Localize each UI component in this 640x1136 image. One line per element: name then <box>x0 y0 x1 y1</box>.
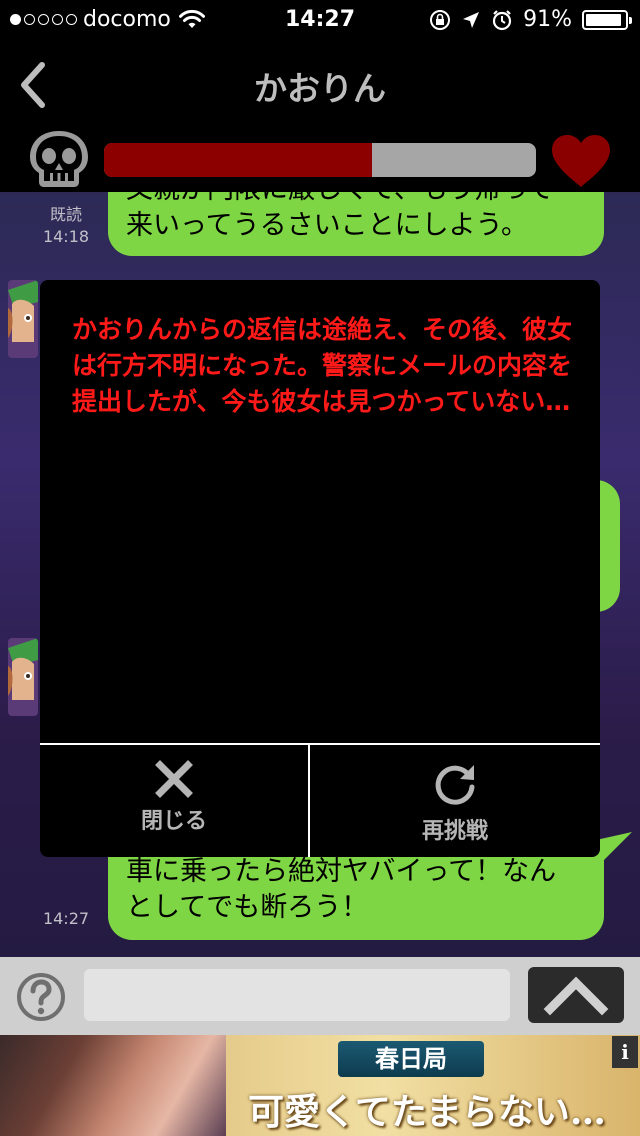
rotation-lock-icon <box>430 9 451 30</box>
affection-gauge-fill <box>104 143 372 177</box>
avatar-image <box>8 638 38 716</box>
close-icon <box>155 760 193 798</box>
message-input-bar <box>0 957 640 1035</box>
status-bar: docomo 14:27 91% <box>0 0 640 40</box>
retry-icon <box>435 765 475 805</box>
nav-bar: かおりん <box>0 40 640 128</box>
game-over-dialog: かおりんからの返信は途絶え、その後、彼女は行方不明になった。警察にメールの内容を… <box>40 280 600 857</box>
avatar[interactable] <box>8 280 38 358</box>
help-icon <box>17 973 65 1021</box>
ad-info-button[interactable]: i <box>612 1036 638 1068</box>
ad-headline: 可愛くてたまらない… <box>248 1091 606 1133</box>
retry-button-label: 再挑戦 <box>421 819 488 844</box>
battery-icon <box>582 9 632 30</box>
retry-button[interactable]: 再挑戦 <box>310 745 600 857</box>
ad-banner[interactable]: 春日局 可愛くてたまらない… i <box>0 1035 640 1136</box>
ad-tag: 春日局 <box>338 1041 484 1077</box>
dialog-message: かおりんからの返信は途絶え、その後、彼女は行方不明になった。警察にメールの内容を… <box>72 315 573 416</box>
send-button[interactable] <box>528 967 624 1023</box>
message-read-status: 既読 14:18 <box>42 205 90 246</box>
ad-image <box>0 1035 226 1136</box>
heart-icon <box>552 135 610 187</box>
message-bubble[interactable]: 父親が門限に厳しくて、もう帰って 来いってうるさいことにしよう。 <box>108 192 604 256</box>
battery-percent: 91% <box>523 7 572 32</box>
affection-gauge-row <box>0 128 640 192</box>
app-screen: docomo 14:27 91% かおりん 既読 14:18 来いってうるさいこ… <box>0 0 640 1136</box>
message-input[interactable] <box>84 969 510 1021</box>
skull-icon <box>30 131 88 187</box>
battery-level <box>586 13 621 26</box>
bubble-tail <box>596 832 632 860</box>
help-button[interactable] <box>16 972 66 1022</box>
alarm-icon <box>492 9 512 30</box>
affection-gauge <box>104 143 536 177</box>
location-arrow-icon <box>463 11 480 28</box>
avatar[interactable] <box>8 638 38 716</box>
chevron-up-icon <box>543 976 609 1016</box>
page-title: かおりん <box>254 69 386 108</box>
avatar-image <box>8 280 38 358</box>
status-right: 91% <box>429 7 632 32</box>
close-button-label: 閉じる <box>140 809 207 834</box>
message-time: 14:27 <box>42 909 90 928</box>
close-button[interactable]: 閉じる <box>40 745 308 857</box>
